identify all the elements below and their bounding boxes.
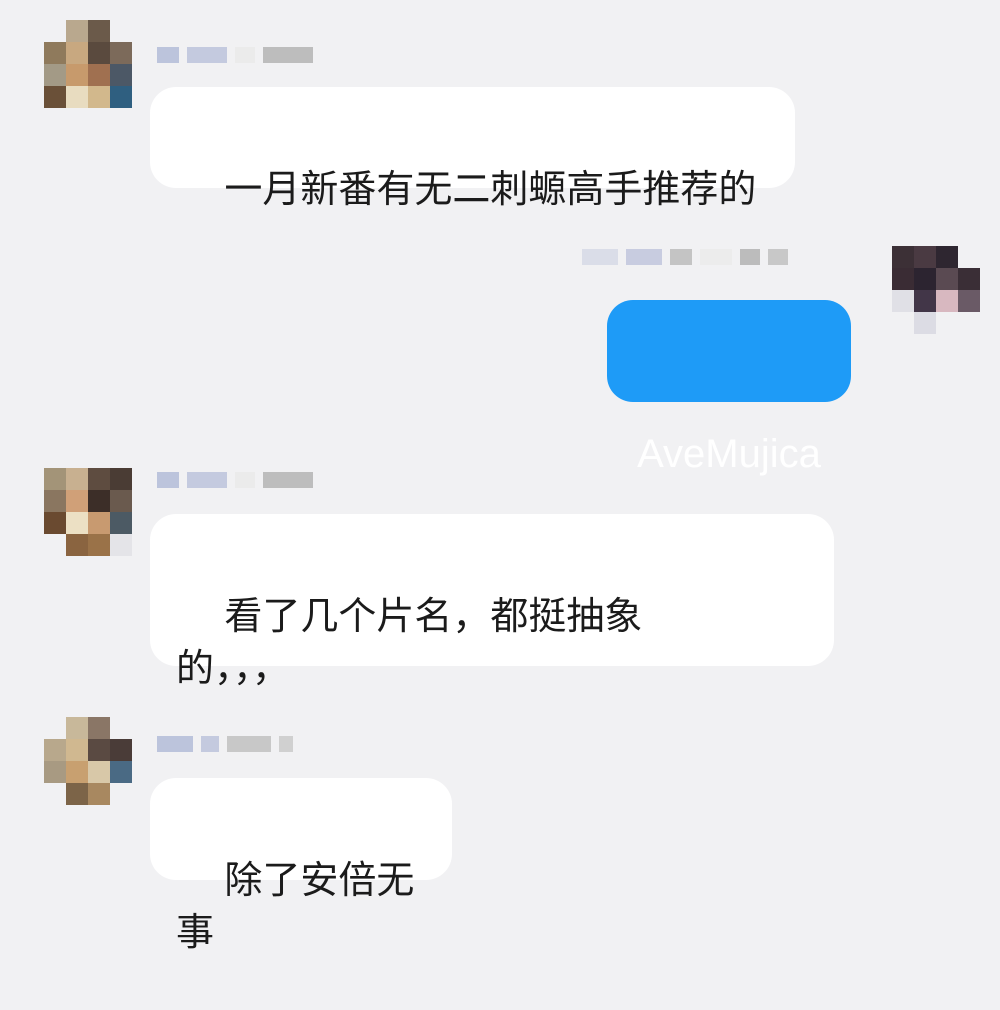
message-bubble-outgoing[interactable]: AveMujica xyxy=(607,300,851,476)
message-text: AveMujica xyxy=(637,432,821,476)
sender-avatar[interactable] xyxy=(44,20,132,108)
my-avatar[interactable] xyxy=(892,246,980,334)
message-text: 看了几个片名，都挺抽象 的，，， xyxy=(176,594,643,690)
sender-avatar[interactable] xyxy=(44,717,132,805)
sender-nickname-blurred xyxy=(157,734,293,754)
message-text: 一月新番有无二刺螈高手推荐的 xyxy=(224,167,757,211)
sender-nickname-blurred xyxy=(157,470,313,490)
my-nickname-blurred xyxy=(582,247,788,267)
sender-avatar[interactable] xyxy=(44,468,132,556)
message-bubble-incoming[interactable]: 一月新番有无二刺螈高手推荐的 xyxy=(150,87,795,211)
message-bubble-incoming[interactable]: 看了几个片名，都挺抽象 的，，， xyxy=(150,514,834,690)
message-bubble-incoming[interactable]: 除了安倍无事 xyxy=(150,778,452,954)
message-text: 除了安倍无事 xyxy=(176,858,415,954)
sender-nickname-blurred xyxy=(157,45,313,65)
